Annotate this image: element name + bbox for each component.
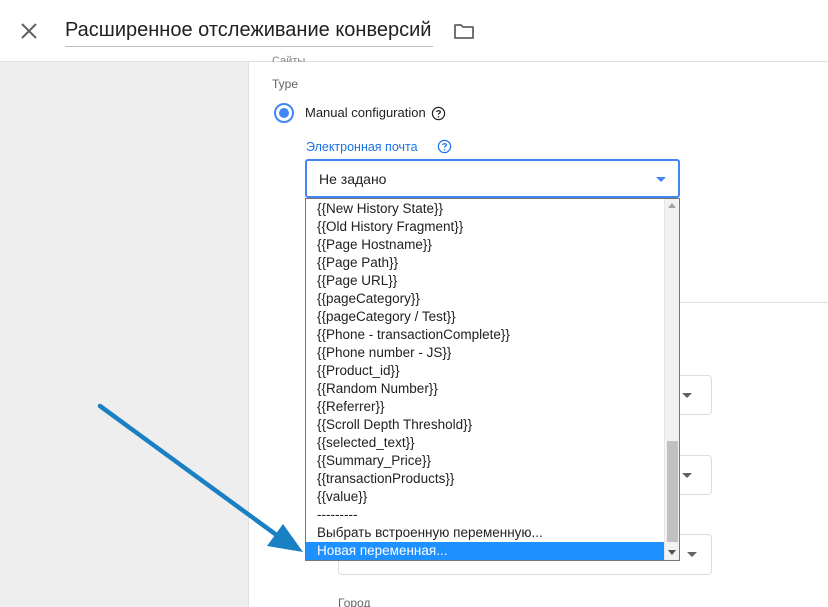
variable-dropdown-list[interactable]: {{New History State}} {{Old History Frag… [305,198,680,561]
folder-icon[interactable] [452,19,476,43]
scroll-down-icon[interactable] [668,550,676,555]
list-item[interactable]: {{Referrer}} [306,398,664,416]
help-icon[interactable] [437,139,452,154]
list-item[interactable]: {{Scroll Depth Threshold}} [306,416,664,434]
list-item[interactable]: {{pageCategory / Test}} [306,308,664,326]
list-item[interactable]: {{New History State}} [306,200,664,218]
type-label: Type [272,77,299,91]
manual-configuration-label: Manual configuration [305,105,426,120]
left-background [0,62,248,607]
list-item-new-variable[interactable]: Новая переменная... [306,542,664,560]
list-separator: --------- [317,507,358,522]
list-item[interactable]: {{Random Number}} [306,380,664,398]
chevron-down-icon [682,393,692,398]
list-item[interactable]: {{Summary_Price}} [306,452,664,470]
email-field-label: Электронная почта [306,140,418,154]
list-item[interactable]: {{Phone number - JS}} [306,344,664,362]
select-value: Не задано [319,171,387,187]
list-item[interactable]: {{Page URL}} [306,272,664,290]
list-item[interactable]: {{Page Path}} [306,254,664,272]
chevron-down-icon [656,177,666,182]
scroll-up-icon[interactable] [668,203,676,208]
list-item[interactable]: {{Old History Fragment}} [306,218,664,236]
tag-title-input[interactable]: Расширенное отслеживание конверсий [65,15,434,47]
list-item[interactable]: {{pageCategory}} [306,290,664,308]
city-field-label: Город [338,596,371,607]
scrollbar-thumb[interactable] [667,441,678,542]
help-icon[interactable] [431,106,446,121]
list-item[interactable]: {{selected_text}} [306,434,664,452]
list-item[interactable]: {{transactionProducts}} [306,470,664,488]
list-item[interactable]: {{value}} [306,488,664,506]
chevron-down-icon [682,473,692,478]
manual-configuration-radio[interactable] [274,103,294,123]
editor-header: Расширенное отслеживание конверсий [0,0,828,62]
list-item[interactable]: {{Product_id}} [306,362,664,380]
close-icon[interactable] [17,19,41,43]
chevron-down-icon [687,552,697,557]
section-divider [680,302,828,303]
email-variable-select[interactable]: Не задано [305,159,680,198]
clipped-section-label: Сайты [272,55,306,62]
dropdown-scrollbar[interactable] [664,199,679,560]
list-item[interactable]: {{Phone - transactionComplete}} [306,326,664,344]
list-item-builtin-variable[interactable]: Выбрать встроенную переменную... [306,524,664,542]
list-item[interactable]: {{Page Hostname}} [306,236,664,254]
